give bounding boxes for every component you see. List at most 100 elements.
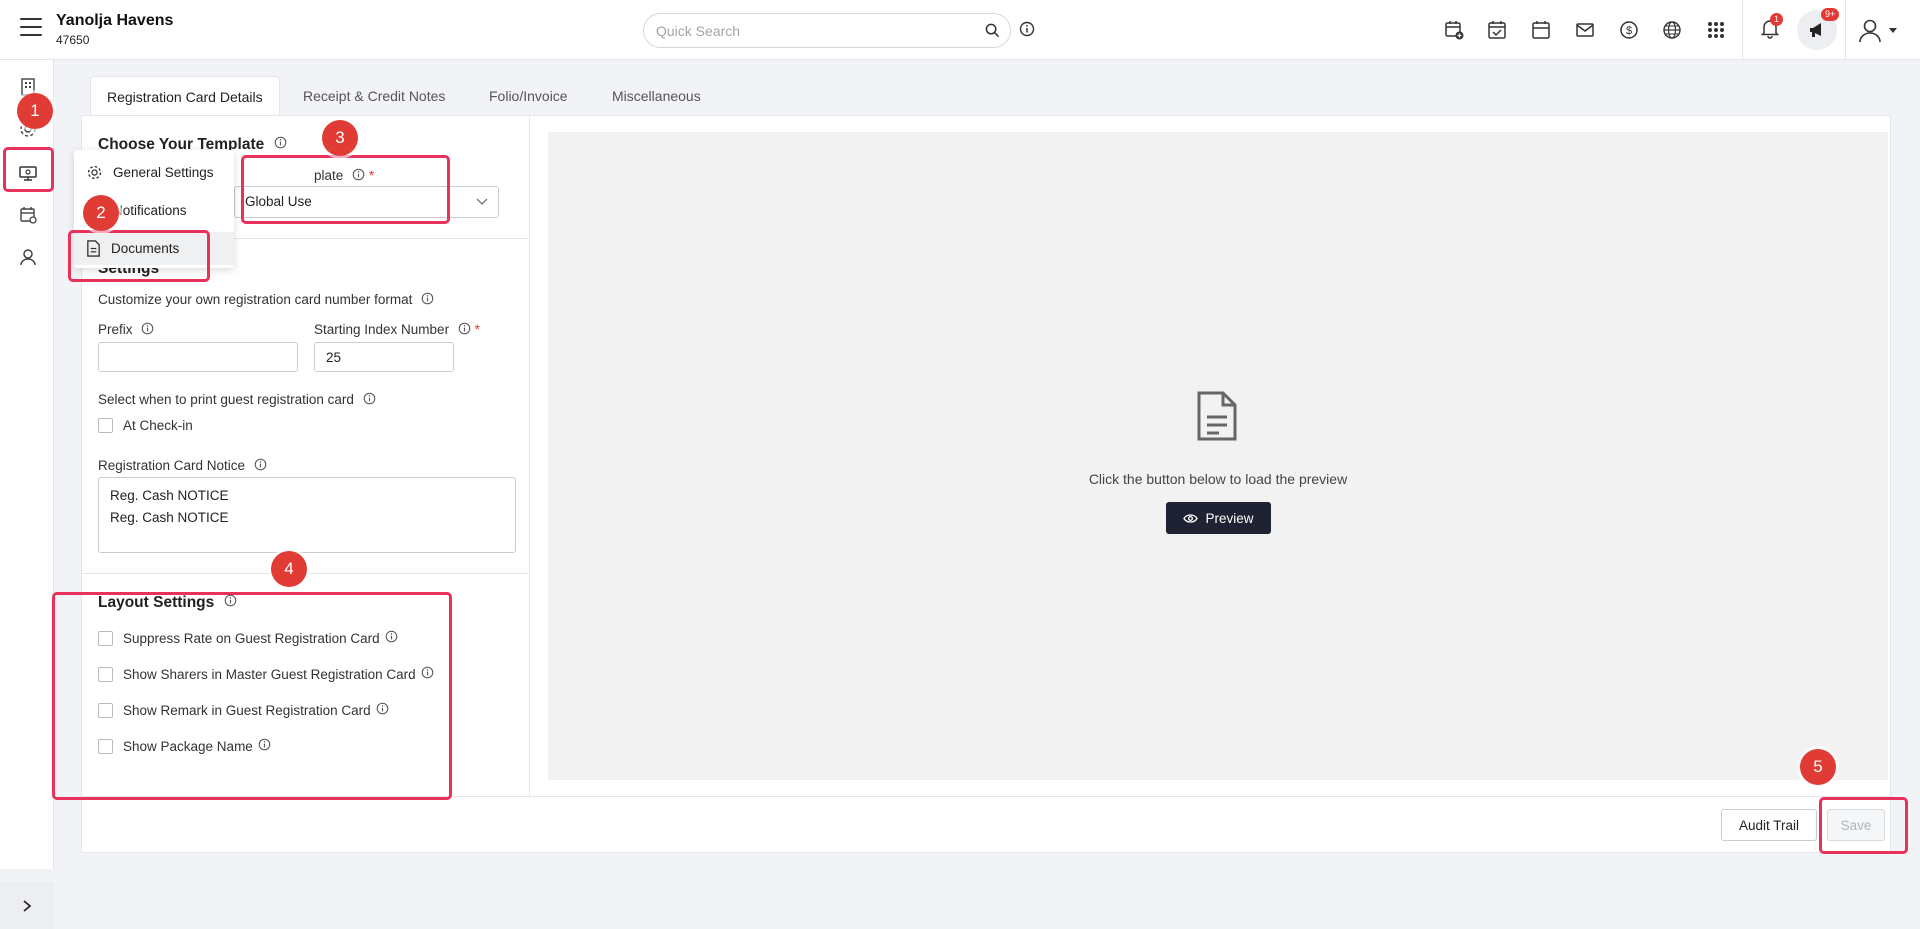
property-name: Yanolja Havens [56,12,174,29]
user-profile-icon[interactable] [17,246,39,268]
suppress-rate-label: Suppress Rate on Guest Registration Card [123,630,380,646]
show-remark-info-icon[interactable] [376,702,389,718]
add-reservation-calendar-icon[interactable] [1440,16,1468,44]
tab-miscellaneous[interactable]: Miscellaneous [596,76,717,116]
number-format-info-icon[interactable] [421,292,434,308]
search-info-icon[interactable] [1019,21,1035,42]
preview-button-label: Preview [1205,510,1254,526]
menu-item-general-settings[interactable]: General Settings [74,156,234,189]
annotation-marker-3: 3 [322,120,358,156]
layout-info-icon[interactable] [224,594,237,612]
show-sharers-option[interactable]: Show Sharers in Master Guest Registratio… [98,666,434,682]
print-when-text: Select when to print guest registration … [98,392,354,407]
svg-text:$: $ [1626,25,1632,37]
chevron-right-icon [23,899,32,912]
gear-icon [87,165,102,180]
starting-index-label-text: Starting Index Number [314,322,450,337]
menu-item-label: General Settings [113,165,214,180]
menu-item-label: Notifications [113,203,187,218]
suppress-rate-checkbox[interactable] [98,630,113,646]
template-select[interactable]: Global Use [234,186,499,218]
document-icon [1197,391,1237,441]
starting-index-info-icon[interactable] [458,322,471,338]
hamburger-menu-icon[interactable] [20,18,42,38]
at-checkin-option[interactable]: At Check-in [98,418,193,433]
footer-divider [82,796,1892,797]
calendar-settings-icon[interactable] [17,204,39,226]
show-remark-option[interactable]: Show Remark in Guest Registration Card [98,702,389,718]
tab-receipt-credit-notes[interactable]: Receipt & Credit Notes [287,76,461,116]
prefix-label-text: Prefix [98,322,133,337]
notice-line: Reg. Cash NOTICE [110,510,229,525]
layout-title-text: Layout Settings [98,594,215,612]
preview-message: Click the button below to load the previ… [1088,471,1348,487]
calendar-icon[interactable] [1527,16,1555,44]
starting-index-label: Starting Index Number * [314,322,480,338]
globe-icon[interactable] [1658,16,1686,44]
template-field-label: plate * [314,168,374,184]
annotation-marker-1: 1 [17,93,53,129]
print-when-info-icon[interactable] [363,392,376,408]
show-remark-label: Show Remark in Guest Registration Card [123,702,371,718]
show-package-info-icon[interactable] [258,738,271,754]
prefix-info-icon[interactable] [141,322,154,338]
apps-grid-icon[interactable] [1702,16,1730,44]
user-menu[interactable] [1857,16,1901,44]
search-icon[interactable] [985,23,1000,43]
prefix-input[interactable] [98,342,298,372]
display-settings-icon[interactable] [17,162,39,184]
template-field-label-text: plate [314,168,344,183]
toolbar-divider [1742,0,1743,60]
suppress-rate-info-icon[interactable] [385,630,398,646]
required-asterisk: * [368,168,375,183]
annotation-marker-4: 4 [271,551,307,587]
quick-search [643,13,1011,48]
save-button[interactable]: Save [1827,809,1885,841]
announcements-megaphone-icon[interactable]: 9+ [1797,8,1840,50]
property-id: 47650 [56,33,90,47]
show-sharers-checkbox[interactable] [98,666,113,682]
template-info-icon[interactable] [274,136,287,154]
show-remark-checkbox[interactable] [98,702,113,718]
calendar-check-icon[interactable] [1483,16,1511,44]
show-package-checkbox[interactable] [98,738,113,754]
show-sharers-info-icon[interactable] [421,666,434,682]
notifications-badge: 1 [1770,13,1784,26]
preview-area: Click the button below to load the previ… [548,132,1888,780]
show-package-label: Show Package Name [123,738,253,754]
show-sharers-label: Show Sharers in Master Guest Registratio… [123,666,416,682]
search-input[interactable] [656,21,956,41]
expand-sidebar-button[interactable] [0,882,54,929]
number-format-text: Customize your own registration card num… [98,292,413,307]
show-package-option[interactable]: Show Package Name [98,738,271,754]
dollar-icon[interactable]: $ [1615,16,1643,44]
layout-section-title: Layout Settings [98,594,237,612]
template-select-value: Global Use [245,194,312,209]
notice-info-icon[interactable] [254,458,267,474]
announcements-badge: 9+ [1821,8,1840,21]
menu-item-documents[interactable]: Documents [74,232,234,265]
number-format-label: Customize your own registration card num… [98,292,434,308]
audit-trail-button[interactable]: Audit Trail [1721,809,1817,841]
menu-item-label: Documents [111,241,180,256]
template-field-info-icon[interactable] [352,168,365,184]
eye-icon [1183,513,1199,523]
print-when-label: Select when to print guest registration … [98,392,376,408]
starting-index-input[interactable] [314,342,454,372]
annotation-marker-2: 2 [83,195,119,231]
notice-line: Reg. Cash NOTICE [110,488,229,503]
required-asterisk: * [474,322,480,337]
preview-button[interactable]: Preview [1166,502,1271,534]
at-checkin-checkbox[interactable] [98,418,113,433]
notice-label-text: Registration Card Notice [98,458,246,473]
left-sidebar [0,60,54,929]
tab-folio-invoice[interactable]: Folio/Invoice [473,76,584,116]
notifications-bell-icon[interactable]: 1 [1758,13,1786,44]
at-checkin-label: At Check-in [123,418,193,433]
notice-label: Registration Card Notice [98,458,267,474]
mail-icon[interactable] [1571,16,1599,44]
tab-registration-card-details[interactable]: Registration Card Details [90,76,280,116]
notice-textarea[interactable]: Reg. Cash NOTICE Reg. Cash NOTICE [98,477,516,553]
suppress-rate-option[interactable]: Suppress Rate on Guest Registration Card [98,630,398,646]
prefix-label: Prefix [98,322,154,338]
